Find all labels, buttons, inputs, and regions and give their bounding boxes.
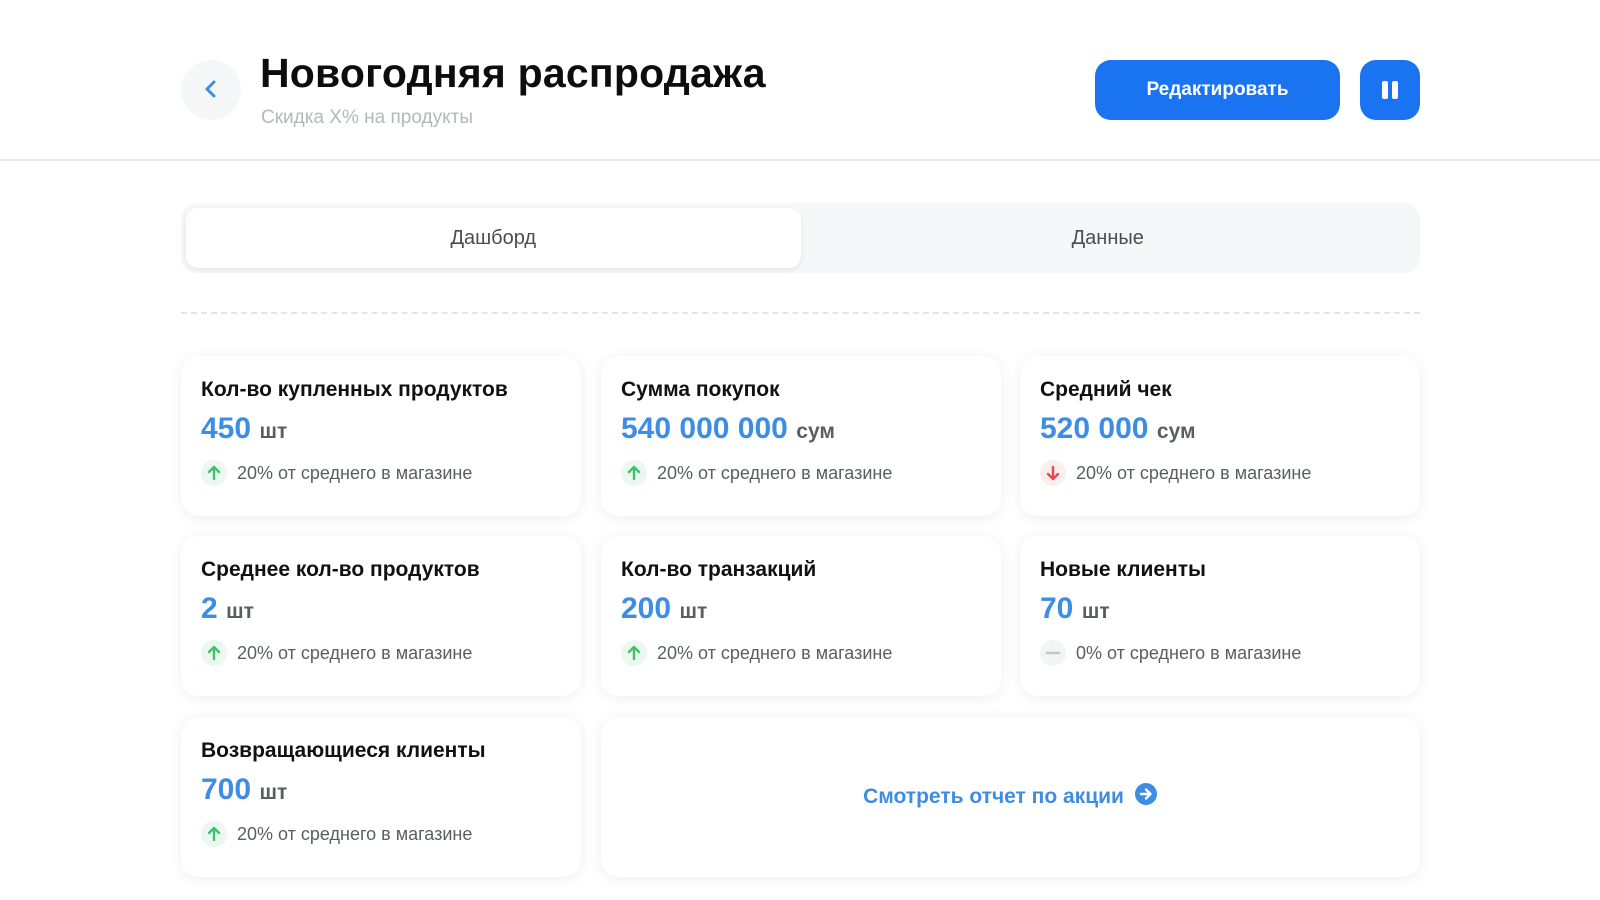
card-trend-text: 20% от среднего в магазине: [237, 642, 473, 663]
card-value-number: 450: [201, 412, 252, 445]
card-trend-text: 20% от среднего в магазине: [237, 823, 473, 844]
card-trend: 20% от среднего в магазине: [1040, 460, 1400, 486]
card-value-number: 2: [201, 592, 218, 625]
metric-card-returning-clients: Возвращающиеся клиенты 700 шт 20% от сре…: [181, 717, 581, 877]
metric-card-products-bought: Кол-во купленных продуктов 450 шт 20% от…: [181, 356, 581, 516]
card-trend-text: 0% от среднего в магазине: [1076, 642, 1302, 663]
card-value: 70 шт: [1040, 592, 1400, 626]
card-value: 540 000 000 сум: [621, 412, 981, 446]
metric-card-transactions: Кол-во транзакций 200 шт 20% от среднего…: [601, 536, 1001, 696]
card-value-unit: шт: [259, 781, 288, 804]
arrow-up-icon: [201, 460, 227, 486]
card-value-unit: сум: [1156, 420, 1196, 443]
dashed-divider: [181, 312, 1420, 314]
card-title: Кол-во транзакций: [621, 558, 817, 581]
card-trend-text: 20% от среднего в магазине: [657, 462, 893, 483]
metric-card-average-check: Средний чек 520 000 сум 20% от среднего …: [1020, 356, 1420, 516]
card-value-unit: шт: [259, 420, 288, 443]
card-trend: 0% от среднего в магазине: [1040, 640, 1400, 666]
card-trend: 20% от среднего в магазине: [201, 640, 561, 666]
arrow-up-icon: [621, 460, 647, 486]
card-trend-text: 20% от среднего в магазине: [237, 462, 473, 483]
card-title: Среднее кол-во продуктов: [201, 558, 480, 581]
tab-bar: Дашборд Данные: [181, 203, 1420, 273]
card-value-unit: сум: [796, 420, 835, 443]
report-card: Смотреть отчет по акции: [601, 717, 1420, 877]
card-trend: 20% от среднего в магазине: [621, 640, 981, 666]
arrow-down-icon: [1040, 460, 1066, 486]
metric-card-purchase-sum: Сумма покупок 540 000 000 сум 20% от сре…: [601, 356, 1001, 516]
card-value: 520 000 сум: [1040, 412, 1400, 446]
card-value: 700 шт: [201, 773, 561, 807]
card-value-number: 70: [1040, 592, 1074, 625]
arrow-right-circle-icon: [1134, 782, 1158, 812]
minus-icon: [1040, 640, 1066, 666]
tab-dashboard[interactable]: Дашборд: [186, 208, 801, 268]
chevron-left-icon: [203, 79, 219, 102]
card-trend: 20% от среднего в магазине: [201, 821, 561, 847]
arrow-up-icon: [621, 640, 647, 666]
metric-card-new-clients: Новые клиенты 70 шт 0% от среднего в маг…: [1020, 536, 1420, 696]
arrow-up-icon: [201, 640, 227, 666]
arrow-up-icon: [201, 821, 227, 847]
card-value-unit: шт: [226, 600, 254, 623]
pause-icon: [1382, 81, 1398, 99]
card-value: 2 шт: [201, 592, 561, 626]
page-title: Новогодняя распродажа: [260, 50, 766, 96]
card-trend-text: 20% от среднего в магазине: [1076, 462, 1312, 483]
card-title: Кол-во купленных продуктов: [201, 378, 508, 401]
report-link-label: Смотреть отчет по акции: [863, 785, 1124, 808]
pause-button[interactable]: [1360, 60, 1420, 120]
edit-button[interactable]: Редактировать: [1095, 60, 1340, 120]
metric-card-average-products: Среднее кол-во продуктов 2 шт 20% от сре…: [181, 536, 581, 696]
card-value-number: 520 000: [1040, 412, 1149, 445]
view-report-link[interactable]: Смотреть отчет по акции: [863, 782, 1158, 812]
page-header: Новогодняя распродажа Скидка X% на проду…: [0, 0, 1600, 161]
card-value: 450 шт: [201, 412, 561, 446]
card-value-unit: шт: [1081, 600, 1110, 623]
card-value-unit: шт: [679, 600, 708, 623]
tab-data[interactable]: Данные: [801, 208, 1416, 268]
card-title: Новые клиенты: [1040, 558, 1206, 581]
page-subtitle: Скидка X% на продукты: [261, 107, 473, 128]
back-button[interactable]: [181, 60, 241, 120]
card-value-number: 200: [621, 592, 672, 625]
card-title: Возвращающиеся клиенты: [201, 739, 486, 762]
card-title: Средний чек: [1040, 378, 1172, 401]
card-value: 200 шт: [621, 592, 981, 626]
card-value-number: 700: [201, 773, 252, 806]
card-trend: 20% от среднего в магазине: [201, 460, 561, 486]
card-trend: 20% от среднего в магазине: [621, 460, 981, 486]
card-title: Сумма покупок: [621, 378, 780, 401]
card-value-number: 540 000 000: [621, 412, 788, 445]
card-trend-text: 20% от среднего в магазине: [657, 642, 893, 663]
